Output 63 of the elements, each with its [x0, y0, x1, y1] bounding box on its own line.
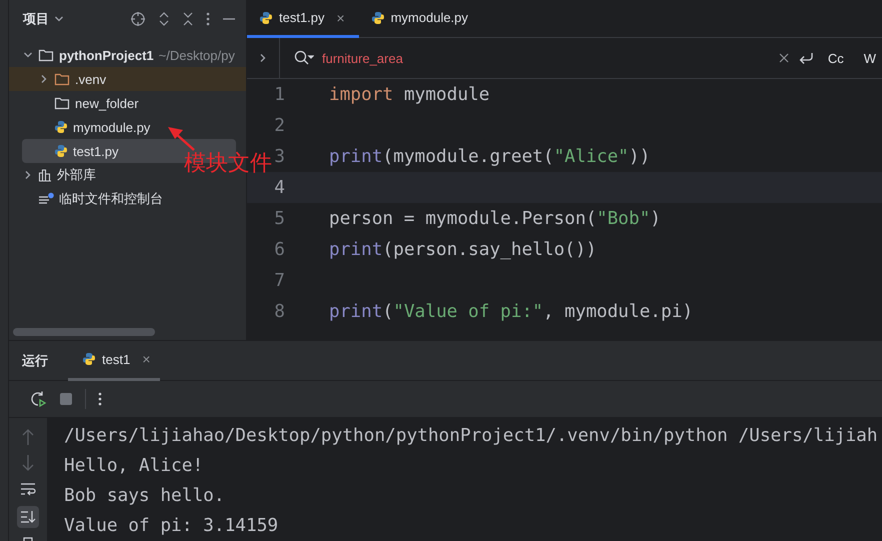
library-icon — [38, 168, 52, 182]
code-line: person = mymodule.Person("Bob") — [329, 208, 661, 229]
console-output-line: /Users/lijiahao/Desktop/python/pythonProject1/.venv/bin/python /Users/lijiah — [64, 424, 879, 448]
close-tab-button[interactable]: × — [142, 351, 150, 367]
python-file-icon — [370, 10, 385, 24]
editor-tab[interactable]: test1.py × — [247, 0, 359, 38]
code-line: print(mymodule.greet("Alice")) — [329, 146, 650, 167]
folder-icon — [54, 96, 70, 110]
close-tab-button[interactable]: × — [336, 10, 345, 26]
folder-icon — [54, 72, 70, 86]
tree-item[interactable]: new_folder — [9, 91, 139, 115]
find-input[interactable]: furniture_area — [322, 38, 770, 78]
stop-icon[interactable] — [59, 392, 73, 406]
chevron-right-icon[interactable] — [23, 170, 33, 180]
tree-item[interactable]: mymodule.py — [9, 115, 150, 139]
horizontal-scrollbar[interactable] — [13, 328, 155, 336]
line-number: 2 — [274, 115, 285, 136]
python-file-icon — [54, 144, 68, 158]
code-line: print("Value of pi:", mymodule.pi) — [329, 301, 693, 322]
chevron-down-icon[interactable] — [23, 50, 33, 60]
clear-icon[interactable] — [778, 52, 790, 64]
newline-icon[interactable] — [798, 51, 814, 65]
tree-item[interactable]: 外部库 — [9, 163, 96, 187]
rerun-icon[interactable] — [29, 390, 47, 408]
chevron-down-icon[interactable] — [54, 14, 64, 24]
code-line: print(person.say_hello()) — [329, 239, 597, 260]
scroll-to-end-icon[interactable] — [17, 506, 39, 528]
project-path: ~/Desktop/py — [158, 48, 235, 62]
console-output-line: Hello, Alice! — [64, 454, 204, 478]
tree-item[interactable]: 临时文件和控制台 — [9, 187, 163, 211]
line-number: 5 — [274, 208, 285, 229]
more-icon[interactable] — [206, 12, 210, 26]
editor-tab[interactable]: mymodule.py — [358, 0, 482, 38]
panel-title: 运行 — [22, 352, 48, 370]
search-option-toggle[interactable]: Cc — [822, 50, 850, 66]
crosshair-icon[interactable] — [130, 11, 146, 27]
chevron-right-icon[interactable] — [39, 74, 49, 84]
console-output-line: Value of pi: 3.14159 — [64, 514, 280, 538]
tree-item[interactable]: pythonProject1 ~/Desktop/py — [9, 43, 235, 67]
console-output-line: Bob says hello. — [64, 484, 226, 508]
python-file-icon — [259, 10, 273, 24]
python-file-icon — [82, 352, 96, 366]
line-number: 7 — [274, 270, 285, 291]
search-icon[interactable] — [294, 50, 314, 66]
project-view-dropdown[interactable]: 项目 — [23, 10, 118, 28]
line-number: 6 — [274, 239, 285, 260]
line-number: 3 — [274, 146, 285, 167]
line-number: 1 — [274, 84, 285, 105]
line-number: 4 — [274, 177, 285, 198]
code-line: import mymodule — [329, 84, 490, 105]
run-tab[interactable]: test1 × — [68, 340, 160, 380]
folder-icon — [38, 48, 54, 62]
collapse-icon[interactable] — [182, 11, 194, 27]
tree-item[interactable]: .venv — [9, 67, 246, 91]
minimize-icon[interactable] — [222, 17, 236, 21]
chevron-right-icon[interactable] — [258, 53, 268, 63]
python-file-icon — [54, 120, 68, 134]
search-option-toggle[interactable]: W — [858, 50, 882, 66]
more-icon[interactable] — [98, 392, 102, 406]
annotation-arrow — [166, 124, 196, 152]
line-number: 8 — [274, 301, 285, 322]
expand-icon[interactable] — [158, 11, 170, 27]
scratches-icon — [38, 192, 54, 206]
